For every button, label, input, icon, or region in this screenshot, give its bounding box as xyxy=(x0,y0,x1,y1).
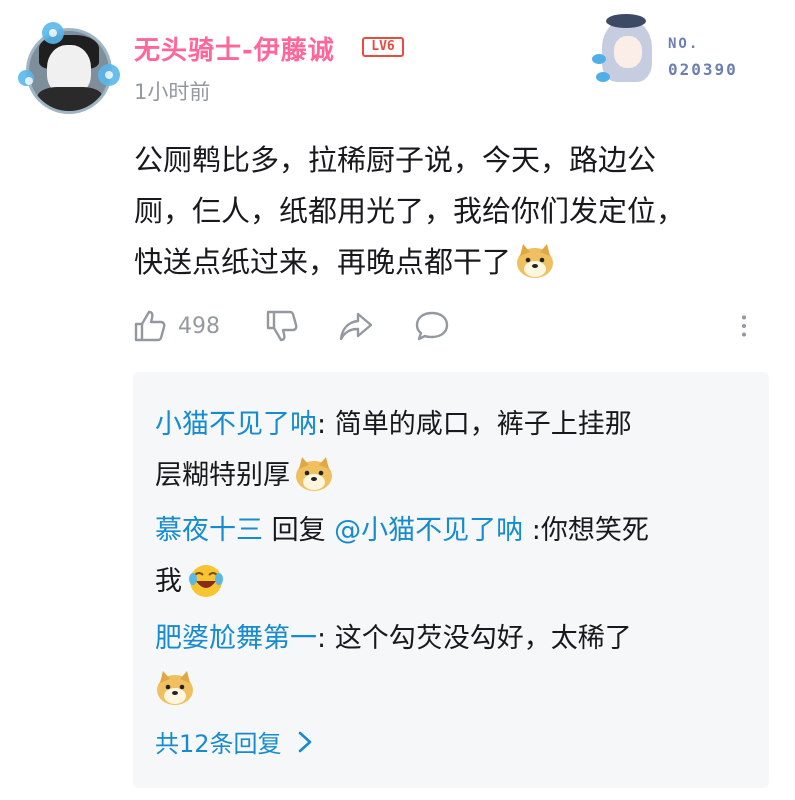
reply-item[interactable]: 慕夜十三 回复 @小猫不见了呐 :你想笑死 我 xyxy=(155,505,735,607)
flower-icon xyxy=(42,22,64,44)
thumbs-down-icon xyxy=(266,310,298,342)
dislike-button[interactable] xyxy=(264,306,300,346)
user-avatar[interactable] xyxy=(12,14,124,126)
laugh-cry-emoji xyxy=(189,564,223,597)
comment-action-bar: 498 xyxy=(132,306,762,346)
like-button[interactable]: 498 xyxy=(132,306,220,346)
comment-timestamp: 1小时前 xyxy=(134,80,211,104)
avatar-suit xyxy=(37,87,103,111)
fan-card-label: NO. xyxy=(668,36,700,52)
chevron-right-icon xyxy=(298,731,311,752)
view-all-replies-label: 共12条回复 xyxy=(155,730,282,758)
reply-user-name[interactable]: 肥婆尬舞第一 xyxy=(155,623,317,654)
like-count: 498 xyxy=(178,313,220,339)
reply-button[interactable] xyxy=(414,306,450,346)
reply-item[interactable]: 肥婆尬舞第一: 这个勾芡没勾好，太稀了 xyxy=(155,613,735,715)
flower-icon xyxy=(98,64,120,86)
comment-line: 公厕鹎比多，拉稀厨子说，今天，路边公 xyxy=(134,143,657,177)
share-button[interactable] xyxy=(338,306,374,346)
comment-bubble-icon xyxy=(415,311,449,341)
fan-card-number: 020390 xyxy=(668,60,738,79)
view-all-replies-link[interactable]: 共12条回复 xyxy=(155,724,316,759)
share-icon xyxy=(339,312,373,341)
comment-line: 厕，仨人，纸都用光了，我给你们发定位， xyxy=(134,194,686,228)
fan-card[interactable]: NO. 020390 xyxy=(582,14,764,92)
level-badge: LV6 xyxy=(362,37,404,57)
replies-panel: 小猫不见了呐: 简单的咸口，裤子上挂那 层糊特别厚 慕夜十三 回复 @小猫不见了… xyxy=(133,372,769,788)
thumbs-up-icon xyxy=(134,310,166,342)
comment-line: 快送点纸过来，再晚点都干了 xyxy=(134,237,764,288)
doge-emoji xyxy=(517,244,554,278)
doge-emoji xyxy=(296,456,332,491)
more-button[interactable] xyxy=(730,306,758,346)
doge-emoji xyxy=(157,670,193,705)
fan-card-character-image xyxy=(592,14,660,92)
more-vertical-icon xyxy=(741,315,747,337)
user-name[interactable]: 无头骑士-伊藤诚 xyxy=(134,30,335,67)
reply-item[interactable]: 小猫不见了呐: 简单的咸口，裤子上挂那 层糊特别厚 xyxy=(155,399,735,501)
comment-text: 公厕鹎比多，拉稀厨子说，今天，路边公 厕，仨人，纸都用光了，我给你们发定位， 快… xyxy=(134,135,764,288)
reply-mention[interactable]: @小猫不见了呐 xyxy=(334,515,523,546)
reply-user-name[interactable]: 小猫不见了呐 xyxy=(155,409,317,440)
reply-user-name[interactable]: 慕夜十三 xyxy=(155,515,263,546)
flower-icon xyxy=(18,70,34,86)
